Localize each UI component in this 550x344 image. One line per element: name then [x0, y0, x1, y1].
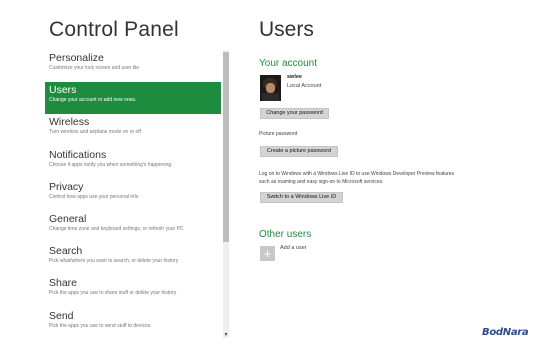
nav-item-description: Customize your lock screen and user tile	[49, 65, 140, 71]
nav-item-notifications[interactable]: Notifications Choose if apps notify you …	[45, 147, 221, 179]
nav-item-label: Share	[49, 277, 78, 290]
switch-live-id-button[interactable]: Switch to a Windows Live ID	[260, 192, 343, 203]
add-user-label[interactable]: Add a user	[280, 245, 307, 251]
nav-item-description: Control how apps use your personal info	[49, 193, 139, 200]
nav-item-search[interactable]: Search Pick what/where you want to searc…	[45, 243, 221, 275]
nav-item-personalize[interactable]: Personalize Customize your lock screen a…	[45, 50, 221, 82]
section-title: Users	[259, 18, 314, 41]
nav-item-description: Change time zone and keyboard settings, …	[49, 225, 184, 232]
scrollbar-thumb[interactable]	[223, 52, 229, 242]
your-account-heading: Your account	[259, 58, 318, 69]
user-avatar	[260, 75, 281, 101]
nav-item-description: Pick what/where you want to search, or d…	[49, 258, 179, 265]
scroll-down-arrow-icon[interactable]: ▾	[223, 332, 229, 338]
nav-item-label: Personalize	[49, 52, 104, 64]
settings-nav: Personalize Customize your lock screen a…	[45, 50, 221, 336]
nav-item-description: Change your account or add new ones.	[49, 97, 137, 104]
nav-item-share[interactable]: Share Pick the apps you use to share stu…	[45, 275, 221, 307]
nav-item-wireless[interactable]: Wireless Turn wireless and airplane mode…	[45, 114, 221, 146]
watermark-logo: BodNara	[482, 327, 529, 338]
nav-item-label: Notifications	[49, 148, 107, 161]
create-picture-password-button[interactable]: Create a picture password	[260, 146, 338, 157]
other-users-heading: Other users	[259, 229, 312, 240]
picture-password-heading: Picture password	[259, 131, 298, 137]
live-id-description-line2: such as roaming and easy sign-on to Micr…	[259, 179, 384, 185]
change-password-button[interactable]: Change your password	[260, 108, 329, 119]
nav-item-users[interactable]: Users Change your account or add new one…	[45, 82, 221, 115]
nav-item-description: Choose if apps notify you when something…	[49, 161, 173, 168]
nav-item-send[interactable]: Send Pick the apps you use to send stuff…	[45, 308, 221, 337]
nav-item-label: General	[49, 212, 87, 225]
nav-item-general[interactable]: General Change time zone and keyboard se…	[45, 211, 221, 243]
nav-scrollbar[interactable]: ▾	[223, 50, 229, 338]
user-name: swlee	[287, 74, 302, 80]
page-title: Control Panel	[49, 18, 179, 41]
account-type: Local Account	[287, 83, 322, 89]
nav-item-label: Privacy	[49, 180, 84, 193]
nav-item-label: Search	[49, 245, 83, 258]
nav-item-description: Pick the apps you use to send stuff to d…	[49, 322, 151, 329]
nav-item-label: Wireless	[49, 116, 90, 129]
nav-item-label: Send	[49, 309, 74, 322]
live-id-description: Log on to Windows with a Windows Live ID…	[259, 171, 455, 177]
nav-item-label: Users	[49, 84, 77, 97]
nav-item-description: Turn wireless and airplane mode on or of…	[49, 129, 141, 136]
nav-item-privacy[interactable]: Privacy Control how apps use your person…	[45, 179, 221, 211]
nav-item-description: Pick the apps you use to share stuff or …	[49, 290, 177, 297]
add-user-icon[interactable]: +	[260, 246, 275, 261]
